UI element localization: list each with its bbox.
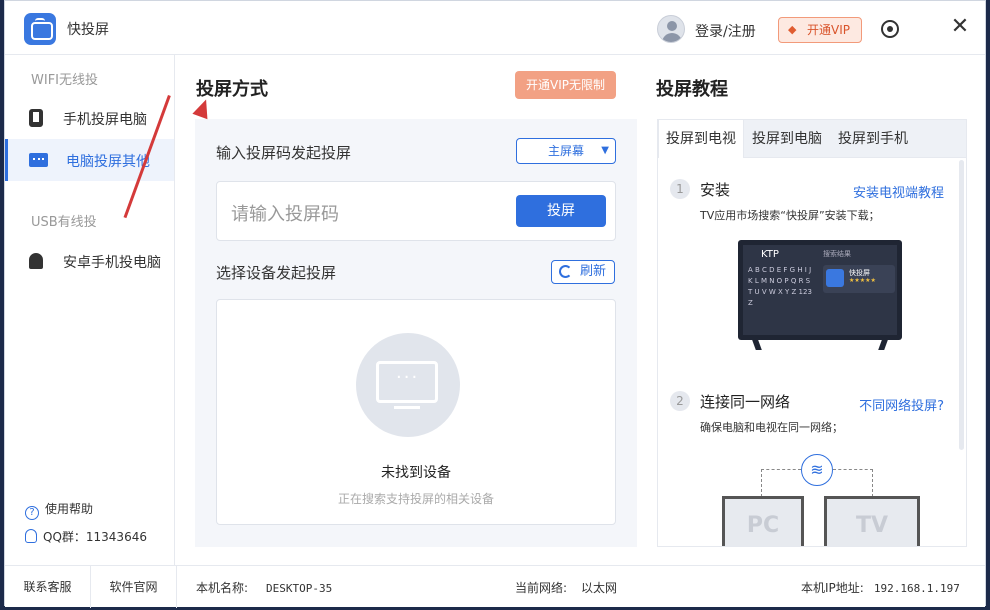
contact-support-link[interactable]: 联系客服 xyxy=(5,566,91,608)
tab-cast-to-phone[interactable]: 投屏到手机 xyxy=(830,120,916,158)
tab-cast-to-pc[interactable]: 投屏到电脑 xyxy=(744,120,830,158)
status-bar: 联系客服 软件官网 本机名称: DESKTOP-35 当前网络: 以太网 本机IP地… xyxy=(5,565,985,608)
tv-icon xyxy=(376,361,438,403)
page-title: 投屏方式 xyxy=(196,79,268,100)
install-tv-tutorial-link[interactable]: 安装电视端教程 xyxy=(853,182,944,201)
ip-label: 本机IP地址: xyxy=(801,581,864,595)
different-network-link[interactable]: 不同网络投屏? xyxy=(859,395,944,414)
tv-search-text: KTP xyxy=(761,249,779,260)
tab-cast-to-tv[interactable]: 投屏到电视 xyxy=(658,120,744,158)
step-description: TV应用市场搜索“快投屏”安装下载； xyxy=(700,209,880,222)
code-input[interactable]: 请输入投屏码 xyxy=(231,200,339,226)
tv-stand xyxy=(394,406,420,409)
screen-select[interactable]: 主屏幕 ▼ xyxy=(516,138,616,164)
wifi-icon: ≋ xyxy=(801,454,833,486)
settings-icon[interactable] xyxy=(881,20,899,38)
code-input-box: 请输入投屏码 投屏 xyxy=(216,181,616,241)
sidebar-item-label: 安卓手机投电脑 xyxy=(63,255,161,271)
qq-label: QQ群：11343646 xyxy=(43,530,147,544)
network-line-right xyxy=(833,469,873,497)
help-label: 使用帮助 xyxy=(45,502,94,516)
step-number: 2 xyxy=(670,391,690,411)
star-rating-icon: ★★★★★ xyxy=(849,277,876,284)
tutorial-title: 投屏教程 xyxy=(656,79,728,100)
step-description: 确保电脑和电视在同一网络； xyxy=(700,421,843,434)
app-logo-icon xyxy=(826,269,844,287)
title-bar: 快投屏 登录/注册 ◆ 开通VIP ✕ xyxy=(5,1,985,55)
hostname-value: DESKTOP-35 xyxy=(266,582,333,595)
usb-section-label: USB有线投 xyxy=(31,215,97,230)
tv-illustration-small: TV xyxy=(824,496,920,546)
step-title: 连接同一网络 xyxy=(700,393,791,411)
cast-button[interactable]: 投屏 xyxy=(516,195,606,227)
tv-leg-left xyxy=(752,340,762,350)
tv-keyboard: A B C D E F G H I J K L M N O P Q R S T … xyxy=(748,266,812,307)
ip-value: 192.168.1.197 xyxy=(873,582,960,595)
sidebar-item-label: 手机投屏电脑 xyxy=(63,112,147,128)
empty-title: 未找到设备 xyxy=(381,465,451,481)
refresh-button[interactable]: 刷新 xyxy=(551,260,615,284)
tv-leg-right xyxy=(878,340,888,350)
tv-results-label: 搜索结果 xyxy=(823,250,851,258)
help-icon: ? xyxy=(25,506,39,520)
pc-illustration: PC xyxy=(722,496,804,546)
caret-down-icon: ▼ xyxy=(601,145,609,156)
screen-select-value: 主屏幕 xyxy=(547,144,584,158)
android-icon xyxy=(29,253,43,269)
wifi-section-label: WIFI无线投 xyxy=(31,73,98,88)
qq-group: QQ群：11343646 xyxy=(25,528,147,545)
help-link[interactable]: ? 使用帮助 xyxy=(25,500,93,520)
hostname: 本机名称: DESKTOP-35 xyxy=(196,579,332,596)
diamond-icon: ◆ xyxy=(788,23,797,36)
app-window: 快投屏 登录/注册 ◆ 开通VIP ✕ WIFI无线投 手机投屏电脑 电脑投屏其… xyxy=(4,0,986,608)
login-register-link[interactable]: 登录/注册 xyxy=(695,21,756,41)
empty-subtitle: 正在搜索支持投屏的相关设备 xyxy=(337,492,494,506)
app-title: 快投屏 xyxy=(67,22,109,38)
code-section-label: 输入投屏码发起投屏 xyxy=(216,144,352,162)
network-line-left xyxy=(761,469,801,497)
network: 当前网络: 以太网 xyxy=(515,579,617,596)
hostname-label: 本机名称: xyxy=(196,581,249,595)
sidebar-item-phone-to-pc[interactable]: 手机投屏电脑 xyxy=(5,97,174,139)
network-value: 以太网 xyxy=(581,581,618,595)
sidebar-item-android-to-pc[interactable]: 安卓手机投电脑 xyxy=(5,240,174,282)
tv-result-card: 快投屏 ★★★★★ xyxy=(823,265,895,293)
step-title: 安装 xyxy=(700,181,731,199)
tv-screen: KTP 搜索结果 A B C D E F G H I J K L M N O P… xyxy=(743,245,897,335)
app-logo-icon xyxy=(24,13,56,45)
tutorial-panel: 投屏到电视 投屏到电脑 投屏到手机 1 安装 安装电视端教程 TV应用市场搜索“… xyxy=(657,119,967,547)
refresh-label: 刷新 xyxy=(580,264,607,279)
sidebar: WIFI无线投 手机投屏电脑 电脑投屏其他 USB有线投 安卓手机投电脑 ? 使用… xyxy=(5,55,175,565)
close-icon[interactable]: ✕ xyxy=(949,16,971,39)
refresh-icon xyxy=(559,265,572,278)
step-number: 1 xyxy=(670,179,690,199)
tutorial-tabs: 投屏到电视 投屏到电脑 投屏到手机 xyxy=(658,120,966,158)
phone-icon xyxy=(29,109,43,127)
empty-state-illustration xyxy=(356,333,460,437)
device-list: 未找到设备 正在搜索支持投屏的相关设备 xyxy=(216,299,616,525)
tv-illustration: KTP 搜索结果 A B C D E F G H I J K L M N O P… xyxy=(738,240,902,340)
tutorial-scrollbar[interactable] xyxy=(959,160,964,450)
sidebar-item-label: 电脑投屏其他 xyxy=(66,154,150,170)
open-vip-label: 开通VIP xyxy=(807,23,850,37)
open-vip-button[interactable]: ◆ 开通VIP xyxy=(778,17,862,43)
qq-icon xyxy=(25,529,37,543)
ip-address: 本机IP地址: 192.168.1.197 xyxy=(801,579,960,596)
network-label: 当前网络: xyxy=(515,581,568,595)
monitor-icon xyxy=(29,153,48,167)
avatar-icon[interactable] xyxy=(657,15,685,43)
vip-unlimited-button[interactable]: 开通VIP无限制 xyxy=(515,71,616,99)
official-website-link[interactable]: 软件官网 xyxy=(91,566,177,608)
device-section-label: 选择设备发起投屏 xyxy=(216,264,337,282)
